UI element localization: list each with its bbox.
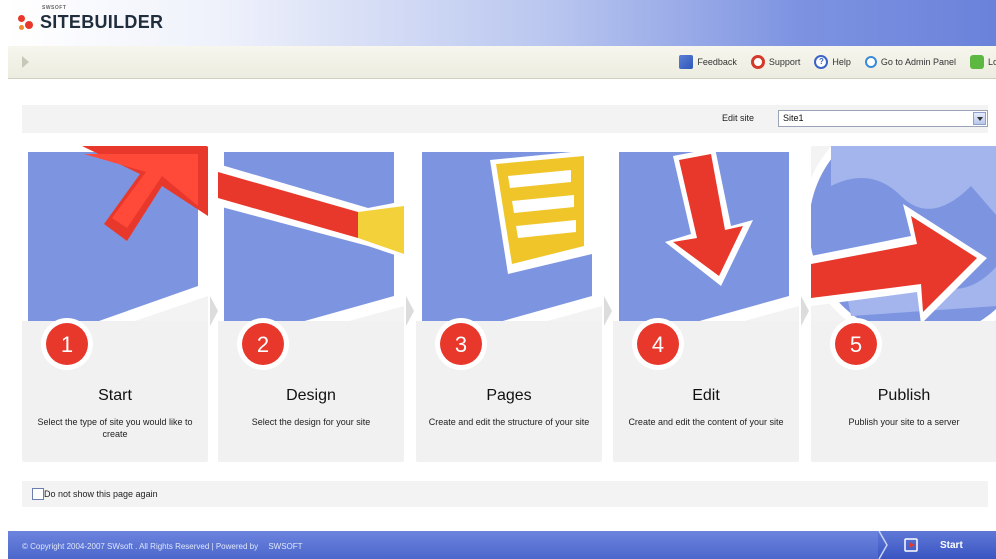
admin-panel-label: Go to Admin Panel (880, 57, 956, 67)
edit-illustration: 4 (613, 146, 799, 386)
site-select[interactable]: Site1 (778, 110, 988, 127)
step-number-2: 2 (257, 332, 269, 357)
support-icon (750, 55, 765, 69)
step-card-publish[interactable]: 5 Publish Publish your site to a server (811, 146, 996, 462)
dont-show-checkbox[interactable] (32, 488, 44, 500)
logout-link[interactable]: Log out (969, 55, 996, 69)
copyright-text: © Copyright 2004-2007 SWsoft . All Right… (22, 542, 303, 551)
edit-site-label: Edit site (722, 113, 755, 123)
top-toolbar: Feedback Support ? Help Go to Admin Pane… (8, 46, 996, 79)
logout-icon (969, 55, 984, 69)
step-desc-pages: Create and edit the structure of your si… (428, 417, 590, 427)
step-number-3: 3 (455, 332, 467, 357)
dont-show-label: Do not show this page again (44, 489, 158, 499)
swsoft-brand: SWSOFT (268, 542, 303, 551)
start-illustration: 1 (22, 146, 208, 386)
support-label: Support (768, 57, 801, 67)
logo-mark-icon (18, 14, 36, 32)
admin-panel-icon (864, 56, 877, 68)
help-link[interactable]: ? Help (814, 55, 851, 69)
publish-illustration: 5 (811, 146, 996, 386)
admin-panel-link[interactable]: Go to Admin Panel (864, 56, 956, 68)
feedback-link[interactable]: Feedback (679, 55, 737, 69)
start-icon (904, 538, 918, 552)
feedback-label: Feedback (697, 57, 737, 67)
step-title-design: Design (286, 387, 336, 404)
pages-illustration: 3 (416, 146, 602, 386)
help-icon: ? (814, 55, 829, 69)
start-button[interactable]: Start (878, 531, 996, 559)
step-card-edit[interactable]: 4 Edit Create and edit the content of yo… (613, 146, 799, 462)
logout-label: Log out (987, 57, 996, 67)
step-title-pages: Pages (486, 387, 532, 404)
toolbar-links: Feedback Support ? Help Go to Admin Pane… (665, 46, 996, 78)
chevron-down-icon[interactable] (973, 112, 986, 125)
site-select-value: Site1 (783, 113, 804, 123)
step-card-start[interactable]: 1 Start Select the type of site you woul… (22, 146, 208, 462)
step-card-design[interactable]: 2 Design Select the design for your site (218, 146, 404, 462)
step-desc-start: Select the type of site you would like t… (37, 417, 193, 439)
step-separator-icon (406, 296, 414, 326)
help-label: Help (832, 57, 851, 67)
dont-show-bar: Do not show this page again (22, 481, 988, 507)
step-separator-icon (210, 296, 218, 326)
step-number-4: 4 (652, 332, 664, 357)
chevron-right-icon (878, 531, 888, 559)
logo-text: SITEBUILDER (40, 12, 164, 32)
sitebuilder-logo: SWSOFT SITEBUILDER (18, 5, 164, 33)
copyright-label: © Copyright 2004-2007 SWsoft . All Right… (22, 542, 259, 551)
support-link[interactable]: Support (750, 55, 801, 69)
edit-site-bar: Edit site Site1 (22, 105, 988, 133)
app-window: SWSOFT SITEBUILDER Feedback Support ? He… (8, 0, 996, 559)
step-separator-icon (604, 296, 612, 326)
collapse-arrow-icon[interactable] (22, 56, 29, 68)
start-label: Start (940, 540, 963, 551)
app-header: SWSOFT SITEBUILDER (8, 0, 996, 46)
wizard-steps: 1 Start Select the type of site you woul… (22, 146, 996, 466)
step-separator-icon (801, 296, 809, 326)
feedback-icon (679, 55, 694, 69)
step-card-pages[interactable]: 3 Pages Create and edit the structure of… (416, 146, 602, 462)
step-number-1: 1 (61, 332, 73, 357)
step-desc-edit: Create and edit the content of your site (628, 417, 784, 427)
step-desc-design: Select the design for your site (251, 417, 371, 427)
logo-vendor: SWSOFT (42, 5, 67, 11)
step-title-edit: Edit (692, 387, 720, 404)
app-footer: © Copyright 2004-2007 SWsoft . All Right… (8, 531, 996, 559)
step-number-5: 5 (850, 332, 862, 357)
step-desc-publish: Publish your site to a server (848, 417, 960, 427)
design-illustration: 2 (218, 146, 404, 386)
step-title-publish: Publish (877, 387, 931, 404)
step-title-start: Start (98, 387, 132, 404)
